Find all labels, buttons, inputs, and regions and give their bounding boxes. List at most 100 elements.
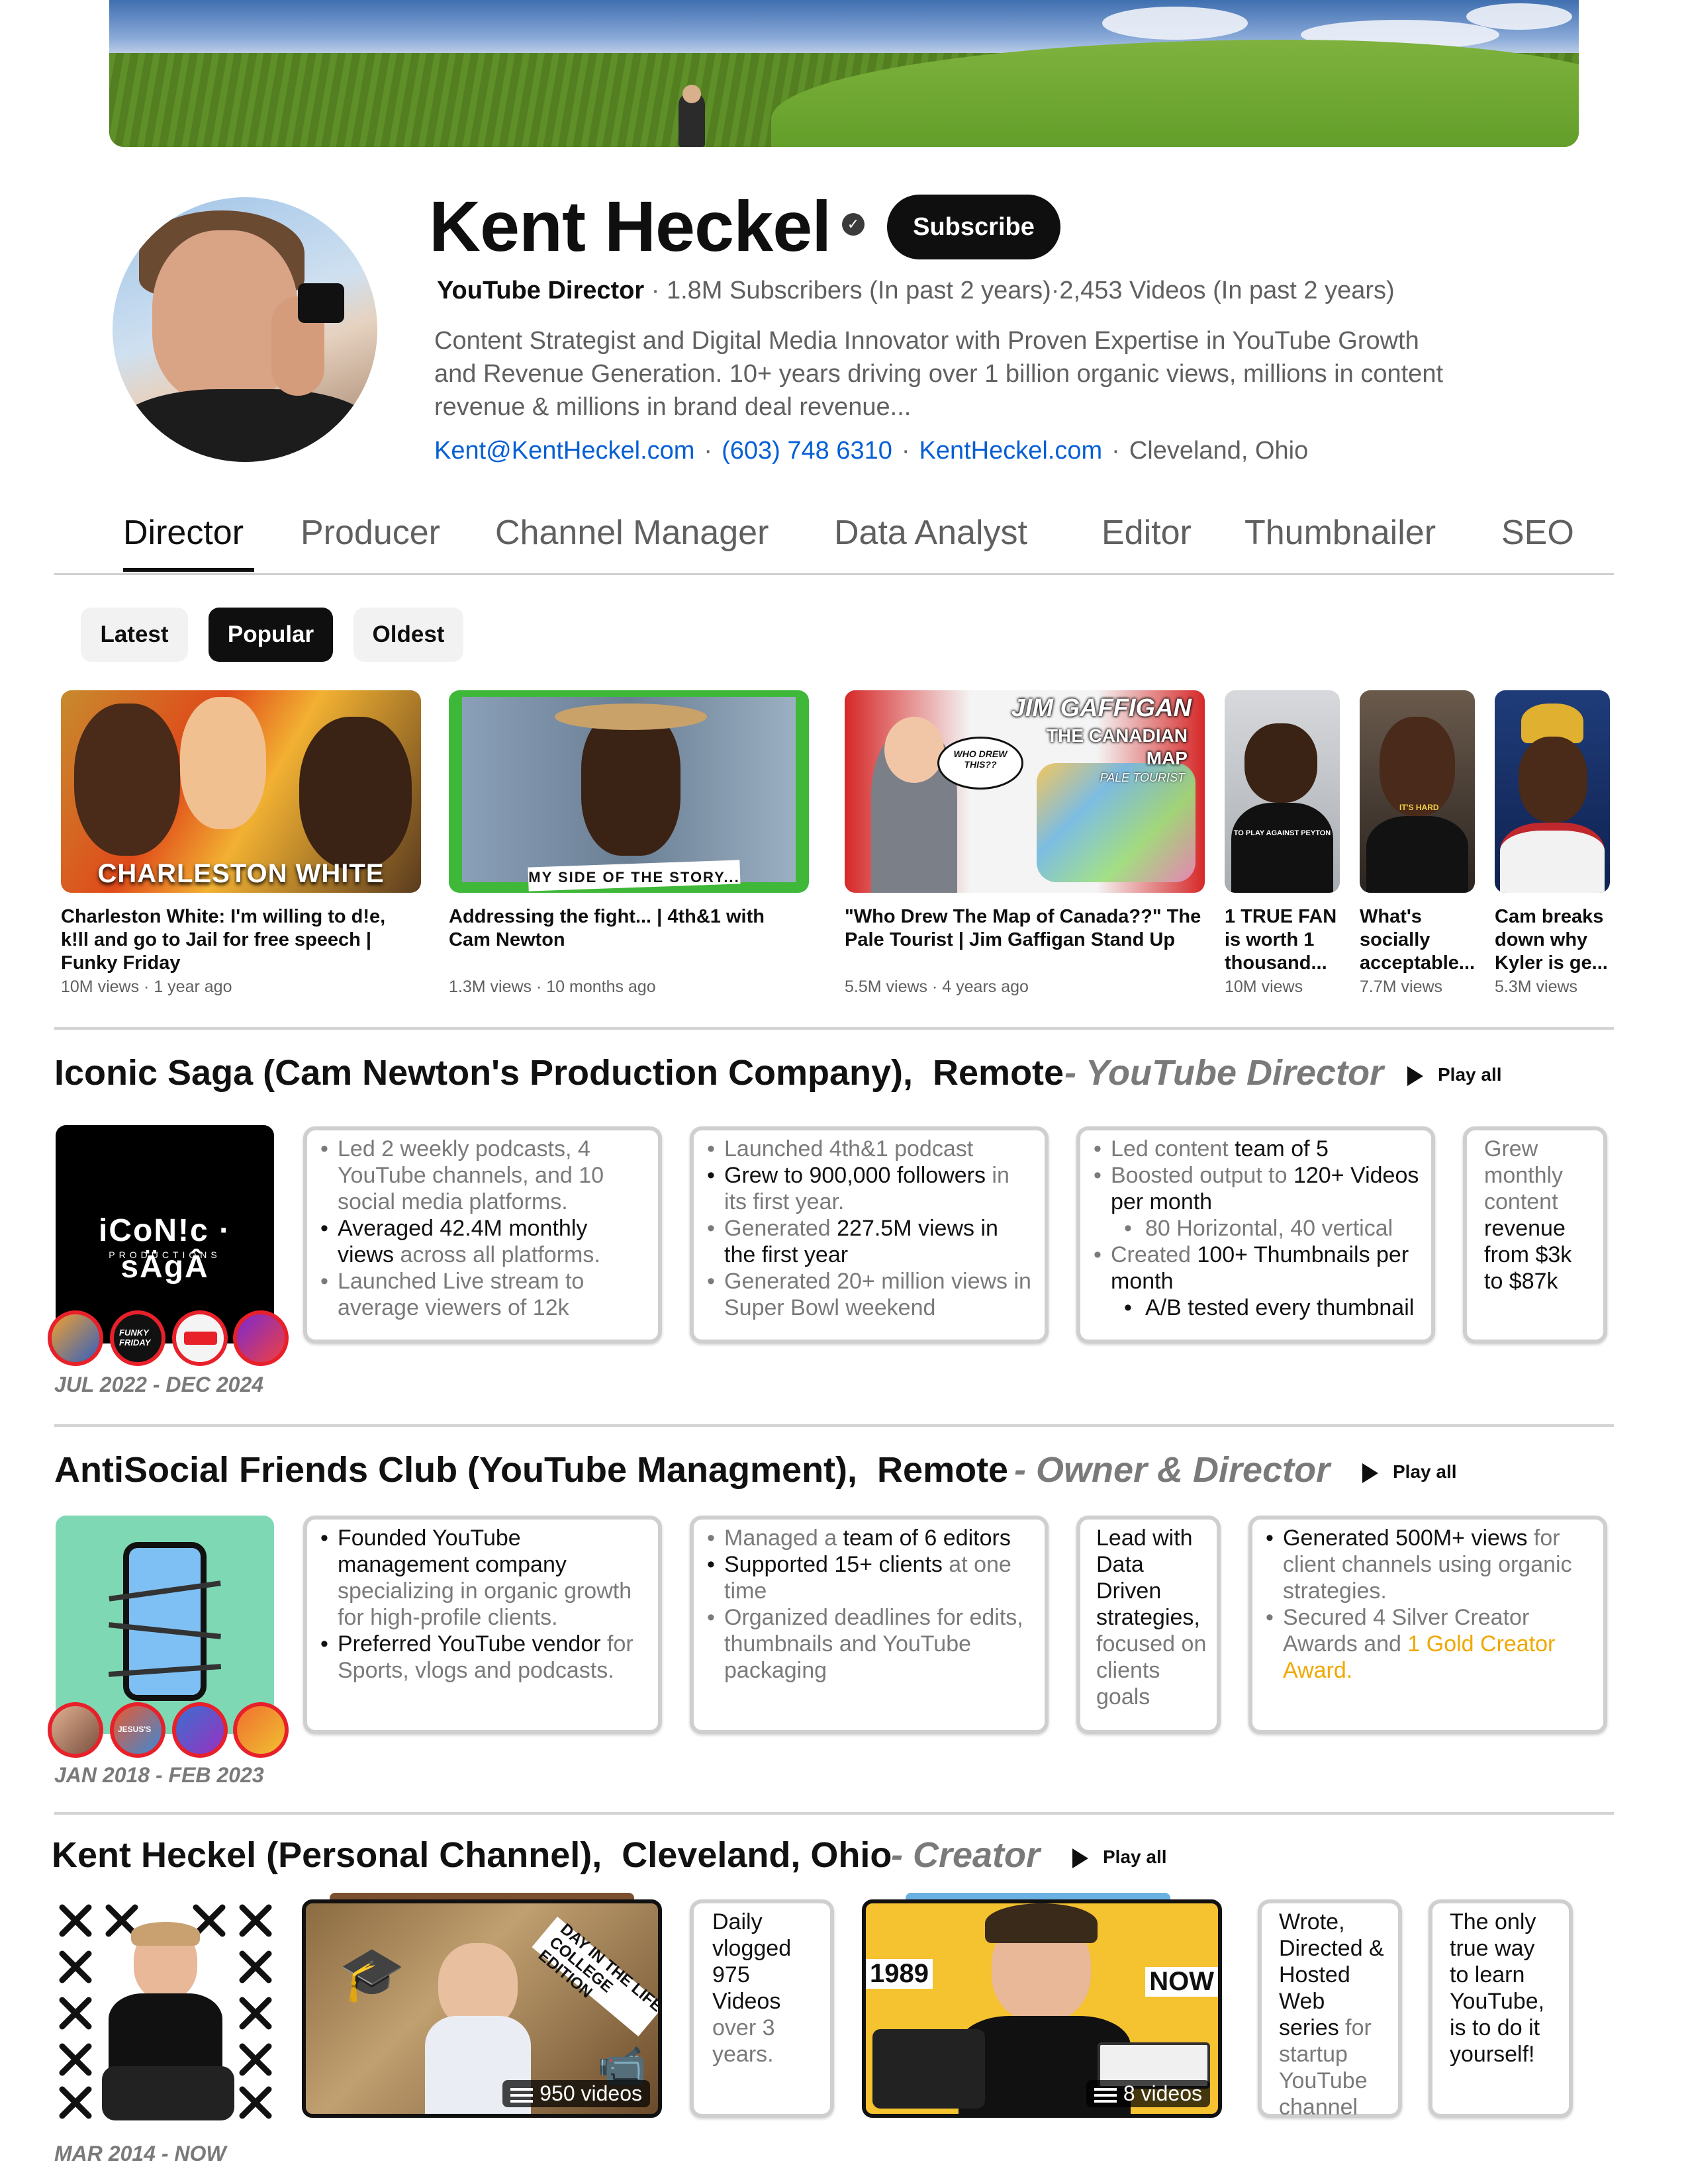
achievement-card: Led content team of 5 Boosted output to … xyxy=(1076,1126,1435,1343)
job-role: - Creator xyxy=(891,1835,1041,1875)
chip-oldest[interactable]: Oldest xyxy=(353,608,463,662)
contact-links: Kent@KentHeckel.com · (603) 748 6310 · KentH… xyxy=(434,437,1309,465)
tab-seo[interactable]: SEO xyxy=(1501,513,1574,553)
verified-check-icon: ✓ xyxy=(842,213,865,236)
achievement-card: Lead with Data Driven strategies, focuse… xyxy=(1076,1516,1221,1734)
channel-description[interactable]: Content Strategist and Digital Media Inn… xyxy=(434,324,1467,424)
video-thumbnail[interactable]: CHARLESTON WHITE xyxy=(61,690,421,893)
channel-icon[interactable] xyxy=(172,1310,228,1366)
achievement-card: Daily vlogged 975 Videos over 3 years. xyxy=(690,1899,834,2118)
section-divider xyxy=(54,1027,1614,1030)
video-meta: 5.3M views xyxy=(1495,978,1578,996)
thumbnail-text: IT'S HARD xyxy=(1399,803,1439,812)
short-thumbnail[interactable] xyxy=(1495,690,1610,893)
website-link[interactable]: KentHeckel.com xyxy=(919,437,1103,465)
achievement-card: The only true way to learn YouTube, is t… xyxy=(1429,1899,1573,2118)
achievement-card: Founded YouTube management company speci… xyxy=(303,1516,662,1734)
work-location: Remote xyxy=(877,1450,1009,1490)
thumbnail-text: 1989 xyxy=(866,1959,933,1989)
channel-icon[interactable]: JESUS'S xyxy=(110,1702,165,1758)
thumbnail-text: MY SIDE OF THE STORY... xyxy=(528,869,740,886)
channel-icon[interactable] xyxy=(48,1310,103,1366)
graduation-cap-icon: 🎓 xyxy=(339,1944,405,2003)
subscriber-count: 1.8M Subscribers (In past 2 years) xyxy=(666,277,1051,304)
play-all-button[interactable]: Play all xyxy=(1072,1846,1167,1868)
play-all-button[interactable]: Play all xyxy=(1407,1064,1502,1086)
short-thumbnail[interactable]: TO PLAY AGAINST PEYTON xyxy=(1225,690,1340,893)
logo-subtext: PRODUCTIONS xyxy=(109,1250,221,1260)
channel-icon[interactable] xyxy=(233,1702,289,1758)
work-location: Remote xyxy=(933,1053,1064,1093)
tabs-divider xyxy=(54,573,1614,575)
employment-dates: JUL 2022 - DEC 2024 xyxy=(54,1373,264,1396)
company-name: Kent Heckel (Personal Channel), xyxy=(52,1835,602,1875)
company-name: Iconic Saga (Cam Newton's Production Com… xyxy=(54,1053,914,1093)
employment-dates: JAN 2018 - FEB 2023 xyxy=(54,1763,264,1787)
short-thumbnail[interactable]: IT'S HARD xyxy=(1360,690,1475,893)
channel-logo xyxy=(56,1901,275,2120)
subscribe-button[interactable]: Subscribe xyxy=(887,195,1060,259)
channel-banner xyxy=(109,0,1579,147)
tab-director[interactable]: Director xyxy=(123,513,244,553)
tab-producer[interactable]: Producer xyxy=(301,513,440,553)
video-title[interactable]: Charleston White: I'm willing to d!e, k!… xyxy=(61,905,405,975)
chip-popular[interactable]: Popular xyxy=(209,608,333,662)
section-heading: Kent Heckel (Personal Channel), Clevelan… xyxy=(52,1835,892,1876)
active-tab-indicator xyxy=(123,568,254,572)
play-all-button[interactable]: Play all xyxy=(1362,1461,1457,1483)
video-meta: 5.5M views · 4 years ago xyxy=(845,978,1029,996)
play-icon xyxy=(1407,1066,1423,1086)
video-title[interactable]: 1 TRUE FAN is worth 1 thousand... xyxy=(1225,905,1344,975)
job-role: - YouTube Director xyxy=(1064,1053,1384,1093)
video-meta: 1.3M views · 10 months ago xyxy=(449,978,656,996)
channel-role: YouTube Director xyxy=(437,277,645,304)
section-divider xyxy=(54,1812,1614,1815)
employment-dates: MAR 2014 - NOW xyxy=(54,2142,226,2165)
tab-data-analyst[interactable]: Data Analyst xyxy=(834,513,1027,553)
video-thumbnail[interactable]: MY SIDE OF THE STORY... xyxy=(449,690,809,893)
job-role: - Owner & Director xyxy=(1014,1450,1331,1490)
email-link[interactable]: Kent@KentHeckel.com xyxy=(434,437,694,465)
section-divider xyxy=(54,1424,1614,1427)
playlist-thumbnail[interactable]: 1989 NOW 8 videos xyxy=(862,1899,1222,2118)
achievement-card: Led 2 weekly podcasts, 4 YouTube channel… xyxy=(303,1126,662,1343)
location-text: Cleveland, Ohio xyxy=(1129,437,1309,465)
playlist-icon xyxy=(1094,2087,1117,2103)
achievement-card: Generated 500M+ views for client channel… xyxy=(1248,1516,1607,1734)
achievement-card: Launched 4th&1 podcast Grew to 900,000 f… xyxy=(690,1126,1049,1343)
video-title[interactable]: Cam breaks down why Kyler is ge... xyxy=(1495,905,1614,975)
tab-channel-manager[interactable]: Channel Manager xyxy=(495,513,769,553)
video-title[interactable]: What's socially acceptable... xyxy=(1360,905,1483,975)
logo-text: iCoN!c · sÄgÂ xyxy=(99,1213,231,1285)
thumbnail-text: CHARLESTON WHITE xyxy=(97,859,385,888)
video-title[interactable]: "Who Drew The Map of Canada??" The Pale … xyxy=(845,905,1202,952)
achievement-card: Managed a team of 6 editors Supported 15… xyxy=(690,1516,1049,1734)
channel-icon[interactable] xyxy=(172,1702,228,1758)
thumbnail-text: TO PLAY AGAINST PEYTON xyxy=(1233,829,1331,837)
video-meta: 10M views xyxy=(1225,978,1303,996)
video-title[interactable]: Addressing the fight... | 4th&1 with Cam… xyxy=(449,905,806,952)
channel-name: Kent Heckel xyxy=(429,186,831,266)
thumbnail-text-3: PALE TOURIST xyxy=(1100,771,1185,784)
play-icon xyxy=(1362,1463,1378,1483)
section-heading: AntiSocial Friends Club (YouTube Managme… xyxy=(54,1449,1008,1490)
playlist-count-badge: 950 videos xyxy=(502,2080,650,2107)
company-name: AntiSocial Friends Club (YouTube Managme… xyxy=(54,1450,858,1490)
thumbnail-text-2: THE CANADIAN MAP xyxy=(1046,725,1188,768)
tab-thumbnailer[interactable]: Thumbnailer xyxy=(1244,513,1436,553)
channel-icon[interactable] xyxy=(48,1702,103,1758)
channel-icon[interactable]: FUNKY FRIDAY xyxy=(110,1310,165,1366)
playlist-banner-text: DAY IN THE LIFE COLLEGE EDITION xyxy=(534,1920,662,2016)
achievement-card: Grew monthly content revenue from $3k to… xyxy=(1463,1126,1607,1343)
tab-editor[interactable]: Editor xyxy=(1102,513,1192,553)
playlist-count-badge: 8 videos xyxy=(1086,2080,1210,2107)
video-thumbnail[interactable]: WHO DREW THIS?? JIM GAFFIGAN THE CANADIA… xyxy=(845,690,1205,893)
channel-icon[interactable] xyxy=(233,1310,289,1366)
playlist-icon xyxy=(510,2087,534,2103)
phone-link[interactable]: (603) 748 6310 xyxy=(722,437,892,465)
chip-latest[interactable]: Latest xyxy=(81,608,188,662)
channel-avatar[interactable] xyxy=(113,197,377,462)
video-meta: 7.7M views xyxy=(1360,978,1443,996)
achievement-card: Wrote, Directed & Hosted Web series for … xyxy=(1258,1899,1402,2120)
playlist-thumbnail[interactable]: 🎓 DAY IN THE LIFE COLLEGE EDITION 📹 950 … xyxy=(302,1899,662,2118)
